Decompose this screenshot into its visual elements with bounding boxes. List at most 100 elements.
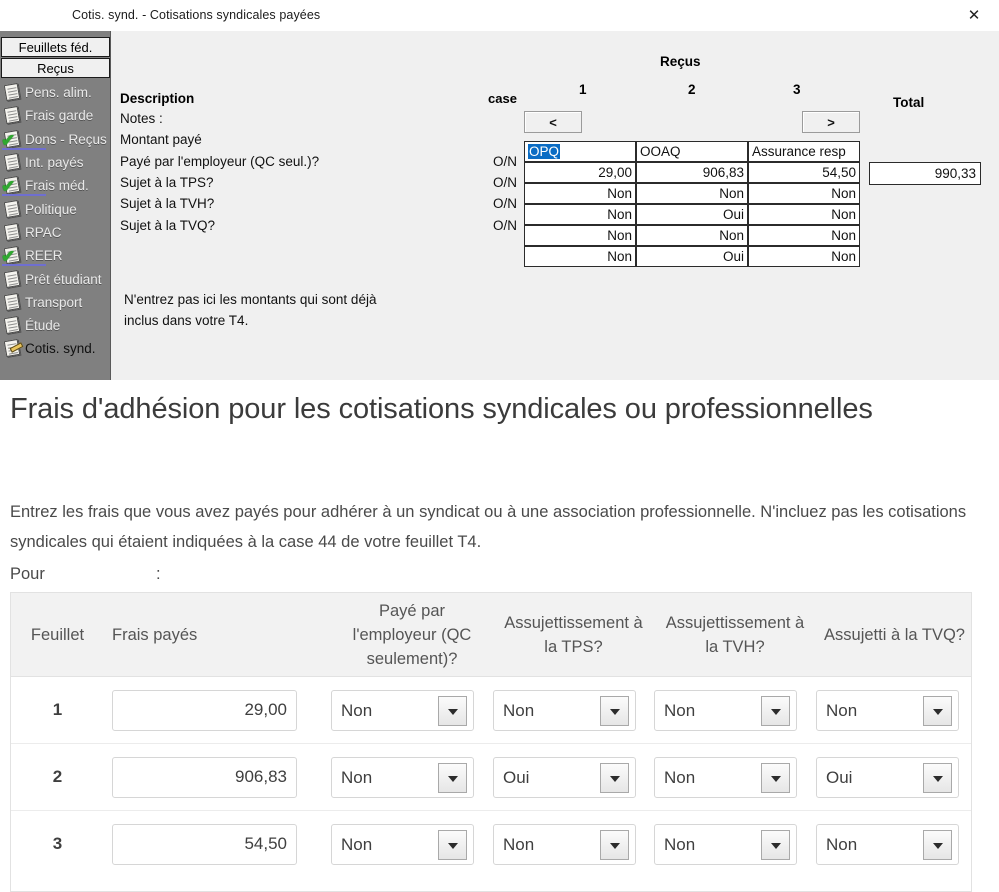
grid-cell[interactable]: Non [636, 183, 748, 204]
fees-table: Feuillet Frais payés Payé par l'employeur … [10, 592, 972, 878]
grid-cell[interactable]: Assurance resp [748, 141, 860, 162]
window-title: Cotis. synd. - Cotisations syndicales pa… [72, 8, 321, 22]
grid-prev-button[interactable]: < [524, 111, 582, 133]
grid-cell[interactable]: Non [524, 225, 636, 246]
tps-select[interactable]: Non [493, 823, 636, 865]
sidebar-item-7[interactable]: ✔ REER [0, 244, 111, 267]
employeur-select-value: Non [341, 835, 373, 854]
tps-select[interactable]: Oui [493, 756, 636, 798]
grid-cell[interactable]: Non [524, 246, 636, 267]
sidebar-item-label: Frais garde [25, 108, 94, 124]
tps-cell: Non [493, 823, 654, 865]
tps-select-value: Non [503, 835, 535, 854]
page-icon [2, 269, 23, 289]
grid-cell[interactable]: Non [748, 183, 860, 204]
tvh-select[interactable]: Non [654, 756, 797, 798]
tab-feuillets-federaux[interactable]: Feuillets féd. [1, 37, 110, 57]
chevron-down-icon[interactable] [600, 762, 629, 793]
employeur-select[interactable]: Non [331, 823, 474, 865]
legacy-note: N'entrez pas ici les montants qui sont d… [124, 292, 377, 328]
sidebar-item-0[interactable]: Pens. alim. [0, 81, 111, 104]
tvq-select-value: Non [826, 835, 858, 854]
employeur-select[interactable]: Non [331, 689, 474, 731]
grid-cell[interactable]: 54,50 [748, 162, 860, 183]
sidebar-item-label: Pens. alim. [25, 85, 92, 101]
grid-cell[interactable]: OOAQ [636, 141, 748, 162]
tab-recus[interactable]: Reçus [1, 58, 110, 78]
column-header-6: Assujetti à la TVQ? [824, 625, 965, 644]
grid-row-label: Montant payé [120, 132, 202, 148]
sidebar-item-1[interactable]: Frais garde [0, 104, 111, 127]
grid-cell[interactable]: Non [748, 246, 860, 267]
sidebar-item-5[interactable]: Politique [0, 197, 111, 220]
chevron-down-icon[interactable] [761, 829, 790, 860]
tps-select-value: Non [503, 701, 535, 720]
grid-cell[interactable]: Non [748, 204, 860, 225]
tvq-select[interactable]: Oui [816, 756, 959, 798]
chevron-down-icon[interactable] [923, 829, 952, 860]
chevron-down-icon[interactable] [923, 695, 952, 726]
chevron-down-icon[interactable] [438, 695, 467, 726]
tvh-select-value: Non [664, 768, 696, 787]
tps-select[interactable]: Non [493, 689, 636, 731]
sidebar: Feuillets féd. Reçus Pens. alim. Frais ga… [0, 31, 111, 380]
frais-payes-input[interactable] [112, 823, 297, 865]
chevron-down-icon[interactable] [600, 829, 629, 860]
grid-cell[interactable]: 906,83 [636, 162, 748, 183]
chevron-down-icon[interactable] [438, 762, 467, 793]
close-icon[interactable]: ✕ [957, 3, 991, 27]
tps-select-value: Oui [503, 768, 530, 787]
tvq-select[interactable]: Non [816, 689, 959, 731]
sidebar-item-10[interactable]: Étude [0, 314, 111, 337]
grid-cell[interactable]: OPQ [524, 141, 636, 162]
table-row: 1 Non Non Non Non [11, 677, 971, 744]
frais-payes-cell [104, 823, 331, 865]
grid-cell[interactable]: Non [524, 183, 636, 204]
sidebar-item-6[interactable]: RPAC [0, 221, 111, 244]
sidebar-item-label: RPAC [25, 224, 62, 240]
chevron-down-icon[interactable] [923, 762, 952, 793]
page-icon [2, 106, 23, 125]
grid-row-label: Sujet à la TVH? [120, 196, 215, 212]
grid-row-case: O/N [493, 196, 518, 212]
grid-cell[interactable]: Oui [636, 204, 748, 225]
sidebar-item-11[interactable]: Cotis. synd. [0, 337, 111, 360]
tvh-cell: Non [654, 756, 816, 798]
chevron-down-icon[interactable] [761, 695, 790, 726]
grid-cell[interactable]: Non [748, 225, 860, 246]
row-feuillet-number: 2 [52, 767, 63, 786]
tvq-select-value: Oui [826, 768, 853, 787]
tvq-select[interactable]: Non [816, 823, 959, 865]
frais-payes-input[interactable] [112, 756, 297, 798]
legacy-form-panel: Feuillets féd. Reçus Pens. alim. Frais ga… [0, 31, 999, 380]
sidebar-item-2[interactable]: ✔ Dons - Reçus [0, 128, 111, 151]
grid-cell[interactable]: 29,00 [524, 162, 636, 183]
employeur-select[interactable]: Non [331, 756, 474, 798]
grid-cell[interactable]: Non [636, 225, 748, 246]
chevron-down-icon[interactable] [600, 695, 629, 726]
grid-row-label: Sujet à la TVQ? [120, 217, 216, 233]
grid-next-button[interactable]: > [802, 111, 860, 133]
page-icon [2, 152, 23, 172]
page-icon [2, 222, 23, 242]
tvh-select[interactable]: Non [654, 823, 797, 865]
sidebar-item-9[interactable]: Transport [0, 291, 111, 314]
chevron-down-icon[interactable] [438, 829, 467, 860]
sidebar-item-3[interactable]: Int. payés [0, 151, 111, 174]
chevron-down-icon[interactable] [761, 762, 790, 793]
page-check-icon: ✔ [1, 176, 23, 195]
check-icon: ✔ [1, 247, 16, 267]
grid-cell[interactable]: Non [524, 204, 636, 225]
tvh-select[interactable]: Non [654, 689, 797, 731]
sidebar-item-4[interactable]: ✔ Frais méd. [0, 174, 111, 197]
grid-row-case: O/N [493, 217, 518, 233]
tps-cell: Oui [493, 756, 654, 798]
sidebar-item-underline [2, 147, 46, 150]
sidebar-item-label: Étude [25, 318, 61, 334]
grid-cell[interactable]: Oui [636, 246, 748, 267]
sidebar-item-label: Cotis. synd. [25, 341, 96, 357]
table-row: 2 Non Oui Non Oui [11, 744, 971, 811]
sidebar-item-underline [2, 264, 46, 267]
frais-payes-input[interactable] [112, 689, 297, 731]
sidebar-item-8[interactable]: Prêt étudiant [0, 267, 111, 290]
